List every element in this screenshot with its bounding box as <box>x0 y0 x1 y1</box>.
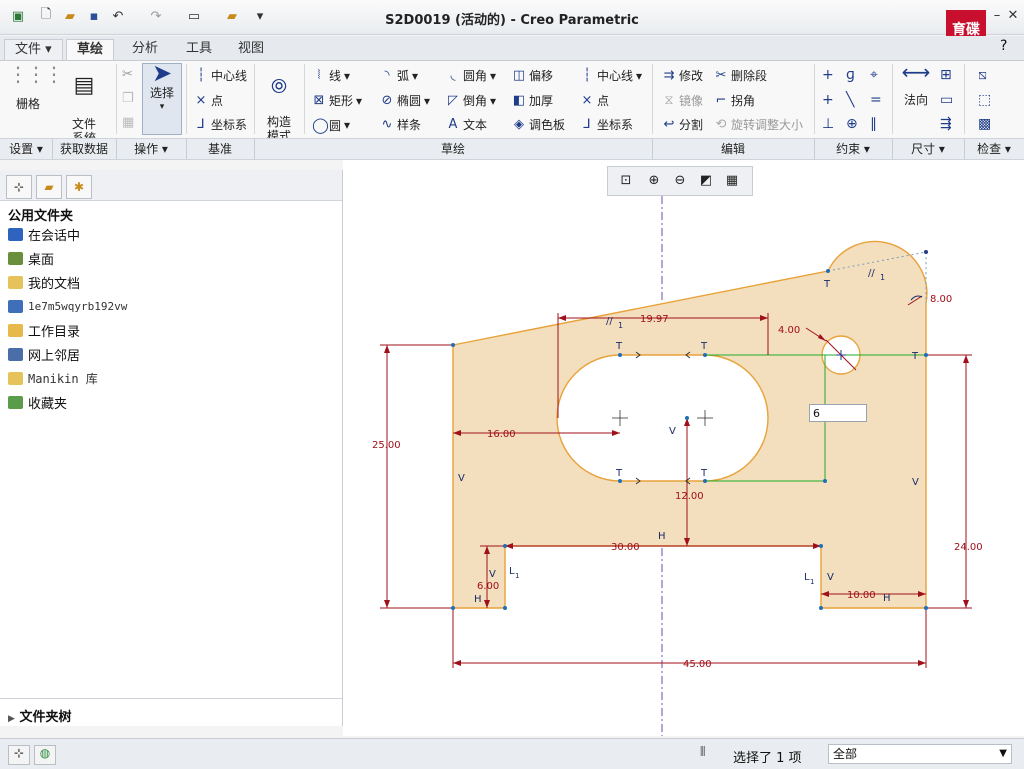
parallel-subscript: 1 <box>880 273 885 282</box>
selection-filter-icon[interactable]: ⫴ <box>700 745 705 760</box>
tangent-constraint: T <box>700 341 708 352</box>
vertical-constraint: V <box>489 569 496 580</box>
dimension-value-input[interactable]: 6 <box>809 404 867 422</box>
dim-4-00[interactable]: 4.00 <box>778 325 800 336</box>
horizontal-constraint: H <box>474 594 482 605</box>
show-browser-icon[interactable]: ◍ <box>34 745 56 765</box>
dim-12-00[interactable]: 12.00 <box>675 491 704 502</box>
parallel-constraint: // <box>606 316 613 327</box>
sketch-drawing: 19.97 4.00 8.00 25.00 16.00 12.00 30.00 … <box>372 196 983 736</box>
horizontal-constraint: H <box>883 593 891 604</box>
status-bar: ⊹ ◍ ⫴ 选择了 1 项 全部 ▼ <box>0 738 1024 769</box>
slot-cutout <box>556 354 769 482</box>
equal-length-subscript: 1 <box>810 578 814 586</box>
dim-8-00[interactable]: 8.00 <box>930 294 952 305</box>
vertical-constraint: V <box>669 426 676 437</box>
tangent-constraint: T <box>823 279 831 290</box>
tangent-constraint: T <box>700 468 708 479</box>
tangent-constraint: T <box>911 351 919 362</box>
dim-24-00[interactable]: 24.00 <box>954 542 983 553</box>
tangent-constraint: T <box>615 341 623 352</box>
dim-45-00[interactable]: 45.00 <box>683 659 712 670</box>
dim-19-97[interactable]: 19.97 <box>640 314 669 325</box>
parallel-constraint: // <box>868 268 875 279</box>
dim-16-00[interactable]: 16.00 <box>487 429 516 440</box>
dim-10-00[interactable]: 10.00 <box>847 590 876 601</box>
equal-length-subscript: 1 <box>515 572 519 580</box>
tangent-constraint: T <box>615 468 623 479</box>
selection-filter-dropdown[interactable]: 全部 ▼ <box>828 744 1012 764</box>
dim-6-00[interactable]: 6.00 <box>477 581 499 592</box>
dropdown-arrow-icon: ▼ <box>999 748 1007 759</box>
show-navigator-icon[interactable]: ⊹ <box>8 745 30 765</box>
vertex-point <box>924 250 928 254</box>
dim-30-00[interactable]: 30.00 <box>611 542 640 553</box>
dim-25-00[interactable]: 25.00 <box>372 440 401 451</box>
vertical-constraint: V <box>912 477 919 488</box>
parallel-subscript: 1 <box>618 321 623 330</box>
selection-count: 选择了 1 项 <box>733 751 802 766</box>
horizontal-constraint: H <box>658 531 666 542</box>
vertical-constraint: V <box>458 473 465 484</box>
vertical-constraint: V <box>827 572 834 583</box>
